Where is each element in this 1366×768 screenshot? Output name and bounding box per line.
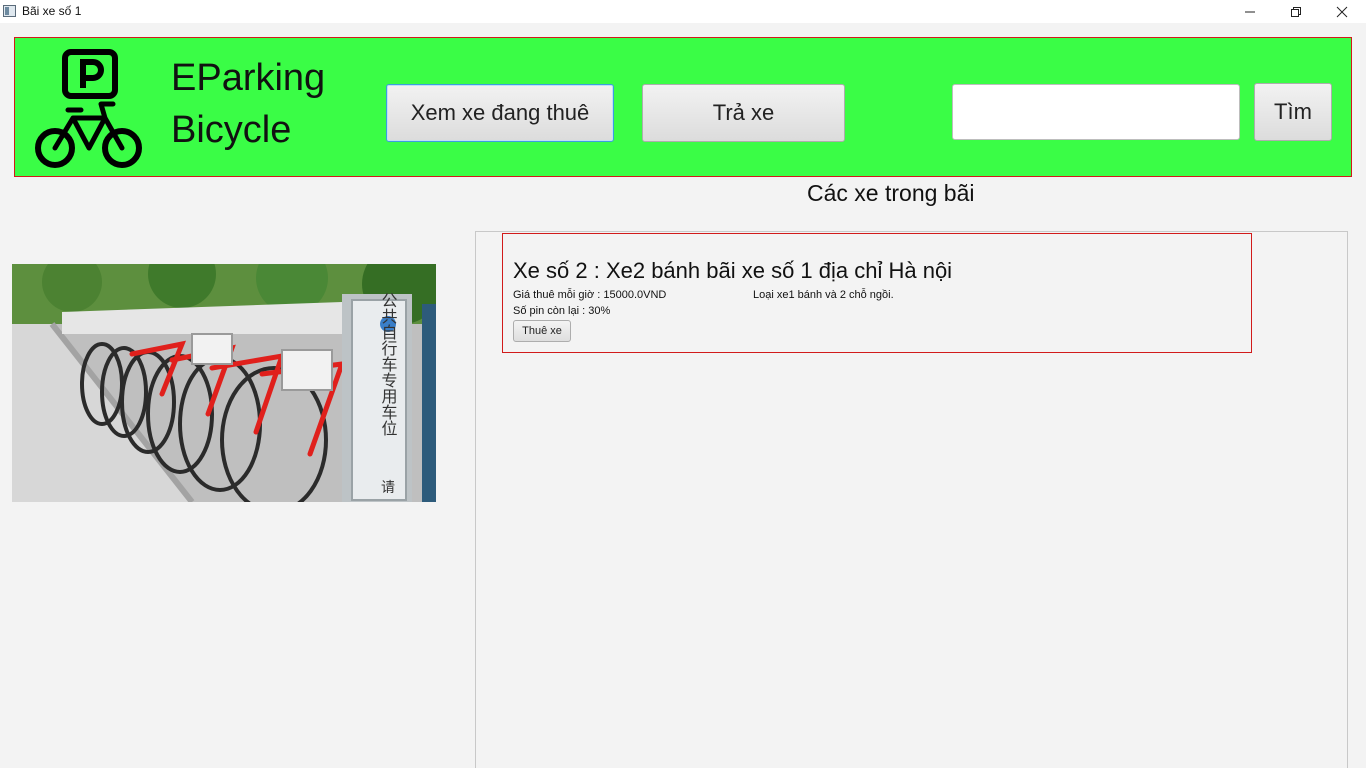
sign-suffix: 请: [381, 480, 395, 496]
minimize-button[interactable]: [1227, 0, 1273, 23]
bike-list-panel[interactable]: Xe số 2 : Xe2 bánh bãi xe số 1 địa chỉ H…: [475, 231, 1348, 768]
bike-station-photo: 公共自行车专用车位 请: [12, 264, 436, 502]
return-bike-button[interactable]: Trả xe: [642, 84, 845, 142]
bike-battery: Số pin còn lại : 30%: [513, 305, 611, 317]
title-bar: Bãi xe số 1: [0, 0, 1366, 23]
bike-type: Loại xe1 bánh và 2 chỗ ngồi.: [753, 289, 894, 301]
app-icon: [3, 5, 16, 17]
brand-name: EParking Bicycle: [171, 52, 325, 156]
parking-bicycle-logo-icon: [35, 49, 142, 168]
search-input[interactable]: [952, 84, 1240, 140]
view-rented-bikes-button[interactable]: Xem xe đang thuê: [386, 84, 614, 142]
bike-list-title: Các xe trong bãi: [807, 180, 975, 206]
restore-icon: [1291, 6, 1301, 17]
bike-price: Giá thuê mỗi giờ : 15000.0VND: [513, 289, 667, 301]
bike-card-title: Xe số 2 : Xe2 bánh bãi xe số 1 địa chỉ H…: [513, 258, 953, 283]
close-button[interactable]: [1319, 0, 1365, 23]
close-icon: [1336, 6, 1348, 17]
sign-text: 公共自行车专用车位: [379, 292, 398, 436]
rent-bike-button[interactable]: Thuê xe: [513, 320, 571, 342]
minimize-icon: [1245, 11, 1255, 12]
header-bar: EParking Bicycle Xem xe đang thuê Trả xe…: [14, 37, 1352, 177]
brand-line-1: EParking: [171, 57, 326, 99]
brand-line-2: Bicycle: [171, 109, 292, 151]
restore-button[interactable]: [1273, 0, 1319, 23]
bike-card: Xe số 2 : Xe2 bánh bãi xe số 1 địa chỉ H…: [502, 233, 1252, 353]
search-button[interactable]: Tìm: [1254, 83, 1332, 141]
window-title: Bãi xe số 1: [22, 4, 82, 18]
